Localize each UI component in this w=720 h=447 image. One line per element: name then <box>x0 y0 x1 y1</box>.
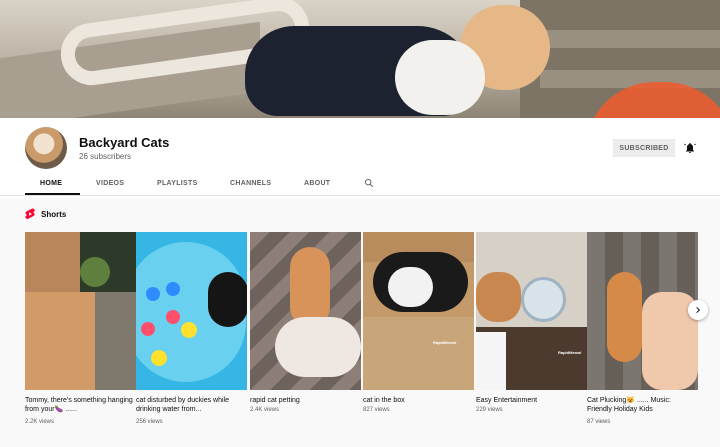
channel-avatar[interactable] <box>25 127 67 169</box>
search-icon[interactable] <box>364 178 374 188</box>
short-title-5[interactable]: Easy Entertainment <box>476 396 586 405</box>
short-thumbnail-2[interactable] <box>136 232 247 390</box>
short-views-4: 827 views <box>363 407 390 413</box>
shorts-logo-icon <box>25 208 35 219</box>
tab-channels[interactable]: CHANNELS <box>230 180 271 187</box>
shorts-next-button[interactable] <box>688 300 708 320</box>
short-thumbnail-4[interactable]: RapidMeowl <box>363 232 474 390</box>
tabs-divider <box>0 195 720 196</box>
short-title-1[interactable]: Tommy, there's something hanging from yo… <box>25 396 135 414</box>
short-views-2: 256 views <box>136 419 163 425</box>
tab-home[interactable]: HOME <box>40 180 62 187</box>
channel-banner <box>0 0 720 118</box>
short-thumbnail-3[interactable] <box>250 232 361 390</box>
shorts-heading-label: Shorts <box>41 209 67 219</box>
short-thumbnail-6[interactable] <box>587 232 698 390</box>
bell-icon[interactable] <box>684 142 696 154</box>
short-thumbnail-5[interactable]: RapidMeowl <box>476 232 587 390</box>
subscribed-button[interactable]: SUBSCRIBED <box>613 139 675 157</box>
short-title-4[interactable]: cat in the box <box>363 396 473 405</box>
short-views-5: 229 views <box>476 407 503 413</box>
short-title-2[interactable]: cat disturbed by duckies while drinking … <box>136 396 246 414</box>
watermark-label: RapidMeowl <box>558 350 582 355</box>
subscriber-count: 26 subscribers <box>79 152 132 161</box>
short-title-6[interactable]: Cat Plucking😺 ...... Music: Friendly Hol… <box>587 396 697 414</box>
short-views-3: 2.4K views <box>250 407 280 413</box>
short-views-1: 2.2K views <box>25 419 55 425</box>
short-title-3[interactable]: rapid cat petting <box>250 396 360 405</box>
tab-videos[interactable]: VIDEOS <box>96 180 124 187</box>
tab-about[interactable]: ABOUT <box>304 180 330 187</box>
short-views-6: 87 views <box>587 419 611 425</box>
watermark-label: RapidMeowl <box>433 340 457 345</box>
tab-playlists[interactable]: PLAYLISTS <box>157 180 198 187</box>
channel-name: Backyard Cats <box>79 135 170 150</box>
short-thumbnail-1[interactable] <box>25 232 136 390</box>
shorts-heading: Shorts <box>25 208 66 220</box>
chevron-right-icon <box>696 306 701 314</box>
